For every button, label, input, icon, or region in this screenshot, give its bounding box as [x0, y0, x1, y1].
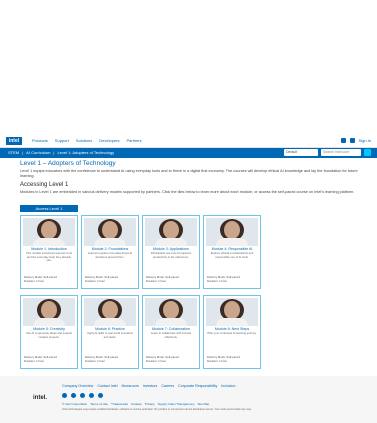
legal-link: © Intel Corporation — [62, 402, 88, 406]
breadcrumb-sep: | — [53, 150, 55, 155]
page-title: Level 1 – Adopters of Technology — [20, 160, 116, 167]
search-input[interactable]: Search Intel.com — [321, 149, 361, 156]
module-card[interactable]: Module 1: Introduction This module intro… — [20, 215, 78, 289]
page: intel Products Support Solutions Develop… — [0, 0, 377, 423]
twitter-icon[interactable] — [71, 393, 76, 398]
card-image — [84, 298, 136, 326]
card-desc: Plan your continued AI learning journey. — [207, 332, 257, 335]
legal-link[interactable]: Supply Chain Transparency — [158, 402, 195, 406]
card-desc: Explore ethical considerations and respo… — [210, 252, 254, 259]
legal-link[interactable]: Site Map — [198, 402, 210, 406]
legal-link[interactable]: Terms of Use — [90, 402, 108, 406]
footer-link[interactable]: Company Overview — [62, 384, 93, 388]
breadcrumb-sep: | — [22, 150, 24, 155]
card-desc: Use AI to generate ideas and support cre… — [25, 332, 73, 339]
card-desc: Participants see how AI supports product… — [150, 252, 192, 259]
facebook-icon[interactable] — [62, 393, 67, 398]
card-title[interactable]: Module 2: Foundations — [84, 247, 136, 251]
user-icon[interactable] — [340, 138, 346, 143]
legal-link[interactable]: Privacy — [145, 402, 155, 406]
module-card[interactable]: Module 6: Practice Apply AI skills to re… — [81, 295, 139, 369]
social-icons — [62, 393, 103, 398]
card-desc: Apply AI skills to real world scenarios … — [87, 332, 133, 339]
footer-link[interactable]: Investors — [143, 384, 158, 388]
sign-in-link[interactable]: Sign In — [359, 138, 371, 143]
nav-link-solutions[interactable]: Solutions — [76, 138, 92, 143]
card-image — [84, 218, 136, 246]
main-content: Level 1 – Adopters of Technology Level 1… — [20, 160, 360, 195]
card-meta: Delivery Mode: Self-paced Duration: 1 hou… — [85, 355, 118, 363]
footer-links: Company Overview Contact Intel Newsroom … — [62, 384, 235, 388]
intel-logo[interactable]: intel — [6, 137, 22, 145]
breadcrumb-bar: STEM | AI Curriculum | Level 1: Adopters… — [0, 148, 377, 158]
card-title[interactable]: Module 1: Introduction — [23, 247, 75, 251]
module-card[interactable]: Module 4: Responsible AI Explore ethical… — [203, 215, 261, 289]
nav-link-partners[interactable]: Partners — [127, 138, 142, 143]
card-title[interactable]: Module 3: Applications — [145, 247, 197, 251]
youtube-icon[interactable] — [89, 393, 94, 398]
card-meta: Delivery Mode: Self-paced Duration: 1 hou… — [85, 275, 118, 283]
card-title[interactable]: Module 7: Collaboration — [145, 327, 197, 331]
module-card[interactable]: Module 8: Next Steps Plan your continued… — [203, 295, 261, 369]
footer-logo[interactable]: intel. — [33, 395, 47, 401]
card-meta: Delivery Mode: Self-paced Duration: 1 hou… — [24, 275, 57, 283]
card-meta: Delivery Mode: Self-paced Duration: 1 hou… — [146, 275, 179, 283]
breadcrumb-stem[interactable]: STEM — [8, 150, 19, 155]
nav-link-support[interactable]: Support — [55, 138, 69, 143]
card-image — [206, 218, 258, 246]
legal-link[interactable]: Cookies — [131, 402, 142, 406]
card-meta: Delivery Mode: Self-paced Duration: 1 hou… — [146, 355, 179, 363]
footer-fine-print: Intel technologies may require enabled h… — [62, 408, 252, 411]
search-icon[interactable] — [364, 149, 371, 156]
module-card[interactable]: Module 5: Creativity Use AI to generate … — [20, 295, 78, 369]
toolbar: Default Search Intel.com — [284, 149, 371, 156]
section-text: Modules in Level 1 are embedded in vario… — [20, 190, 355, 194]
card-title[interactable]: Module 5: Creativity — [23, 327, 75, 331]
blank-header-area — [0, 0, 377, 135]
card-title[interactable]: Module 8: Next Steps — [206, 327, 258, 331]
access-level-1-button[interactable]: Access Level 1 — [20, 205, 78, 212]
card-meta: Delivery Mode: Self-paced Duration: 1 hou… — [24, 355, 57, 363]
footer: Company Overview Contact Intel Newsroom … — [0, 376, 377, 423]
module-card[interactable]: Module 3: Applications Participants see … — [142, 215, 200, 289]
footer-link[interactable]: Contact Intel — [97, 384, 117, 388]
top-navigation: intel Products Support Solutions Develop… — [0, 135, 377, 148]
footer-link[interactable]: Inclusion — [221, 384, 235, 388]
nav-link-developers[interactable]: Developers — [99, 138, 119, 143]
card-meta: Delivery Mode: Self-paced Duration: 1 hou… — [207, 275, 240, 283]
card-title[interactable]: Module 4: Responsible AI — [206, 247, 258, 251]
card-meta: Delivery Mode: Self-paced Duration: 1 hou… — [207, 355, 240, 363]
breadcrumb: STEM | AI Curriculum | Level 1: Adopters… — [8, 150, 114, 155]
card-image — [23, 298, 75, 326]
section-title: Accessing Level 1 — [20, 182, 69, 188]
linkedin-icon[interactable] — [80, 393, 85, 398]
card-image — [23, 218, 75, 246]
nav-icons: Sign In — [340, 138, 371, 143]
card-image — [145, 218, 197, 246]
footer-link[interactable]: Corporate Responsibility — [178, 384, 217, 388]
nav-link-products[interactable]: Products — [32, 138, 48, 143]
footer-link[interactable]: Careers — [161, 384, 174, 388]
footer-link[interactable]: Newsroom — [122, 384, 139, 388]
card-desc: Learn to collaborate with AI tools effec… — [150, 332, 192, 339]
module-card[interactable]: Module 7: Collaboration Learn to collabo… — [142, 295, 200, 369]
module-card[interactable]: Module 2: Foundations Learners explore h… — [81, 215, 139, 289]
scope-select[interactable]: Default — [284, 149, 318, 156]
card-desc: Learners explore how data drives AI deci… — [87, 252, 133, 259]
card-desc: This module introduces learners to AI an… — [25, 252, 73, 262]
breadcrumb-current: Level 1: Adopters of Technology — [57, 150, 115, 155]
legal-links: © Intel Corporation Terms of Use *Tradem… — [62, 402, 209, 406]
card-image — [145, 298, 197, 326]
card-image — [206, 298, 258, 326]
breadcrumb-ai-curriculum[interactable]: AI Curriculum — [26, 150, 50, 155]
instagram-icon[interactable] — [98, 393, 103, 398]
intro-text: Level 1 equips educators with the confid… — [20, 169, 358, 178]
card-title[interactable]: Module 6: Practice — [84, 327, 136, 331]
nav-links: Products Support Solutions Developers Pa… — [32, 138, 142, 143]
legal-link[interactable]: *Trademarks — [111, 402, 128, 406]
globe-icon[interactable] — [349, 138, 355, 143]
